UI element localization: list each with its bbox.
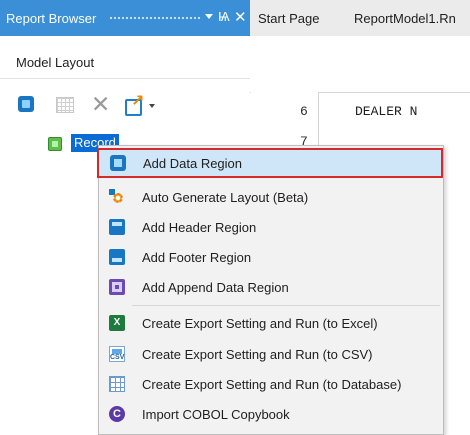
menu-item-label: Add Header Region xyxy=(142,220,257,235)
delete-icon: ✕ xyxy=(91,91,111,117)
footer-region-icon xyxy=(109,249,125,265)
cobol-icon: C xyxy=(109,406,125,422)
menu-item-label: Auto Generate Layout (Beta) xyxy=(142,190,309,205)
tab-report-model[interactable]: ReportModel1.Rn xyxy=(354,11,456,26)
close-icon[interactable]: ✕ xyxy=(234,8,247,26)
code-line[interactable]: DEALER N xyxy=(355,104,417,119)
excel-icon: X xyxy=(109,315,125,331)
drag-grip[interactable] xyxy=(109,16,201,21)
window-position-dropdown-icon[interactable] xyxy=(205,14,213,19)
menu-item-add-header-region[interactable]: Add Header Region xyxy=(100,212,442,242)
menu-item-auto-generate-layout[interactable]: Auto Generate Layout (Beta) xyxy=(100,182,442,212)
menu-item-label: Add Footer Region xyxy=(142,250,252,265)
panel-title: Report Browser xyxy=(6,11,97,26)
add-region-icon-inner xyxy=(22,100,30,108)
menu-item-add-append-data-region[interactable]: Add Append Data Region xyxy=(100,272,442,302)
menu-item-label: Add Data Region xyxy=(143,156,243,171)
header-region-icon xyxy=(109,219,125,235)
export-arrow-icon: ↗ xyxy=(131,93,145,110)
record-node-icon xyxy=(48,137,62,151)
auto-generate-icon xyxy=(109,189,125,205)
export-button[interactable]: ↗ xyxy=(123,93,145,116)
delete-button[interactable]: ✕ xyxy=(91,91,113,117)
add-data-region-icon xyxy=(110,155,126,171)
model-layout-label: Model Layout xyxy=(16,55,95,70)
menu-item-import-cobol-copybook[interactable]: C Import COBOL Copybook xyxy=(100,399,442,429)
menu-item-label: Add Append Data Region xyxy=(142,280,289,295)
menu-item-label: Create Export Setting and Run (to Databa… xyxy=(142,377,402,392)
menu-item-add-footer-region[interactable]: Add Footer Region xyxy=(100,242,442,272)
append-data-region-icon xyxy=(109,279,125,295)
gear-icon xyxy=(113,193,123,203)
menu-item-label: Create Export Setting and Run (to CSV) xyxy=(142,347,373,362)
menu-item-label: Import COBOL Copybook xyxy=(142,407,290,422)
tab-start-page[interactable]: Start Page xyxy=(258,11,319,26)
document-tab-bar: Start Page ReportModel1.Rn xyxy=(250,0,470,36)
grid-button[interactable] xyxy=(53,93,75,115)
pin-icon[interactable]: Ѩ xyxy=(218,9,230,24)
menu-separator xyxy=(132,305,440,306)
context-menu: Add Data Region Auto Generate Layout (Be… xyxy=(97,145,444,435)
report-browser-title-bar[interactable]: Report Browser Ѩ ✕ xyxy=(0,0,250,36)
menu-item-export-excel[interactable]: X Create Export Setting and Run (to Exce… xyxy=(100,308,442,338)
grid-icon xyxy=(56,97,74,113)
line-number: 6 xyxy=(300,104,308,119)
menu-item-add-data-region[interactable]: Add Data Region xyxy=(97,148,443,178)
divider xyxy=(0,78,250,79)
menu-item-export-csv[interactable]: CSV Create Export Setting and Run (to CS… xyxy=(100,339,442,369)
database-icon xyxy=(109,376,125,392)
add-region-button[interactable] xyxy=(16,93,38,115)
menu-item-export-database[interactable]: Create Export Setting and Run (to Databa… xyxy=(100,369,442,399)
export-dropdown-icon[interactable] xyxy=(149,104,155,108)
menu-item-label: Create Export Setting and Run (to Excel) xyxy=(142,316,378,331)
csv-icon: CSV xyxy=(109,346,125,362)
